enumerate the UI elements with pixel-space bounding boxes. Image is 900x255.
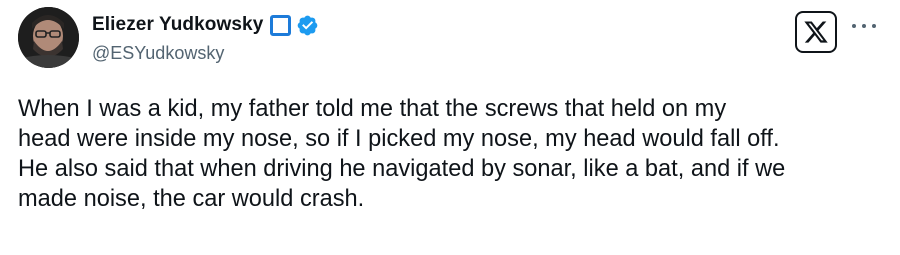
avatar[interactable]	[18, 7, 79, 68]
square-badge-icon	[270, 14, 292, 36]
x-logo-glyph	[804, 21, 828, 43]
display-name[interactable]: Eliezer Yudkowsky	[92, 14, 263, 36]
dot-icon	[862, 24, 866, 28]
x-logo-icon[interactable]	[795, 11, 837, 53]
tweet-text-line: head were inside my nose, so if I picked…	[18, 126, 780, 152]
author-handle[interactable]: @ESYudkowsky	[92, 43, 224, 64]
tweet-text: When I was a kid, my father told me that…	[18, 94, 888, 214]
tweet-text-line: He also said that when driving he naviga…	[18, 156, 786, 182]
tweet-text-line: When I was a kid, my father told me that…	[18, 96, 727, 122]
author-name-row: Eliezer Yudkowsky	[92, 13, 319, 37]
tweet-card: Eliezer Yudkowsky @ESYudkowsky When I wa…	[0, 0, 900, 255]
dot-icon	[872, 24, 876, 28]
verified-checkmark-icon[interactable]	[296, 14, 319, 37]
tweet-text-line: made noise, the car would crash.	[18, 186, 365, 212]
profile-photo	[18, 7, 79, 68]
dot-icon	[852, 24, 856, 28]
more-options-icon[interactable]	[852, 20, 876, 32]
